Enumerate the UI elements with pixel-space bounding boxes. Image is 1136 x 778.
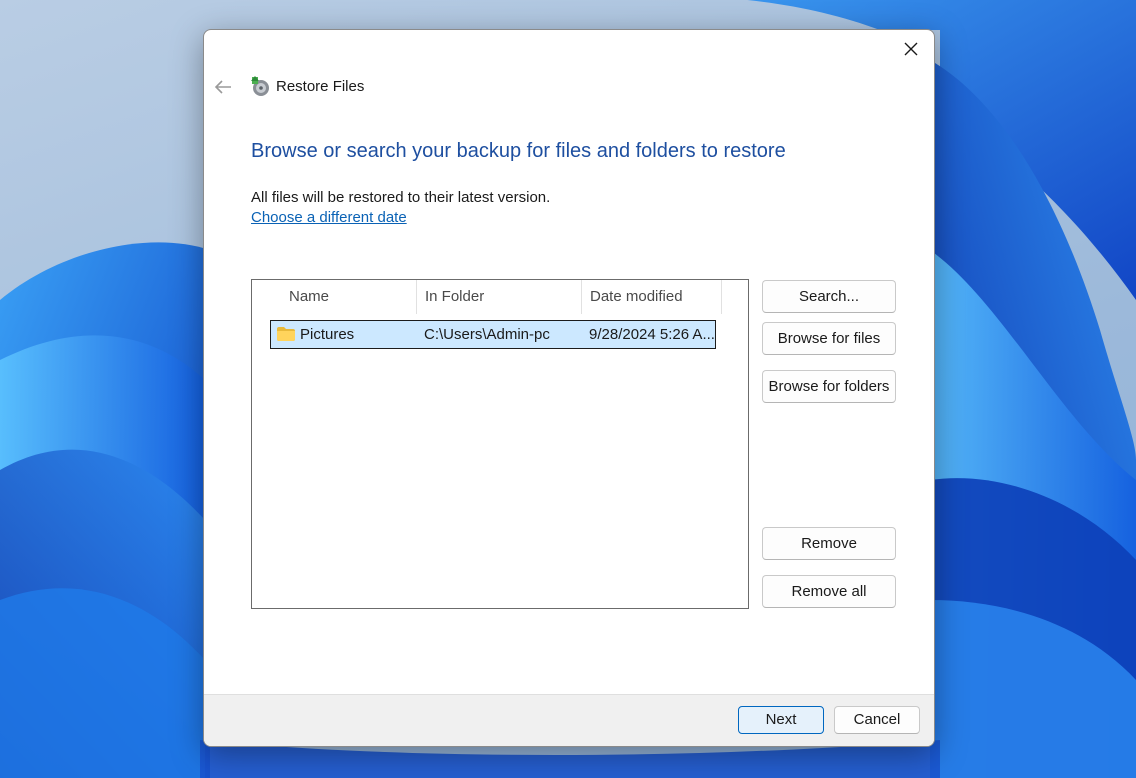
window-title: Restore Files xyxy=(276,78,365,95)
list-item[interactable]: Pictures C:\Users\Admin-pc 9/28/2024 5:2… xyxy=(270,320,716,349)
cancel-button[interactable]: Cancel xyxy=(834,706,920,734)
close-icon xyxy=(904,42,918,56)
next-button[interactable]: Next xyxy=(738,706,824,734)
restore-files-icon xyxy=(251,76,269,96)
remove-all-button[interactable]: Remove all xyxy=(762,575,896,608)
folder-icon xyxy=(277,327,295,341)
restore-file-list[interactable]: Name In Folder Date modified Pictures C:… xyxy=(251,279,749,609)
restore-files-dialog: Restore Files Browse or search your back… xyxy=(203,29,935,747)
list-header: Name In Folder Date modified xyxy=(252,280,722,314)
cell-date-modified: 9/28/2024 5:26 A... xyxy=(589,326,715,343)
close-button[interactable] xyxy=(896,34,926,64)
dialog-footer: Next Cancel xyxy=(204,694,934,746)
browse-for-folders-button[interactable]: Browse for folders xyxy=(762,370,896,403)
back-arrow-icon xyxy=(214,80,231,94)
choose-different-date-link[interactable]: Choose a different date xyxy=(251,209,407,226)
info-text: All files will be restored to their late… xyxy=(251,189,551,206)
cell-name: Pictures xyxy=(300,326,355,343)
cell-in-folder: C:\Users\Admin-pc xyxy=(424,326,550,343)
column-header-name[interactable]: Name xyxy=(281,280,416,314)
page-heading: Browse or search your backup for files a… xyxy=(251,140,786,162)
column-header-in-folder[interactable]: In Folder xyxy=(416,280,581,314)
column-header-date-modified[interactable]: Date modified xyxy=(581,280,722,314)
back-button[interactable] xyxy=(210,74,236,100)
browse-for-files-button[interactable]: Browse for files xyxy=(762,322,896,355)
search-button[interactable]: Search... xyxy=(762,280,896,313)
remove-button[interactable]: Remove xyxy=(762,527,896,560)
